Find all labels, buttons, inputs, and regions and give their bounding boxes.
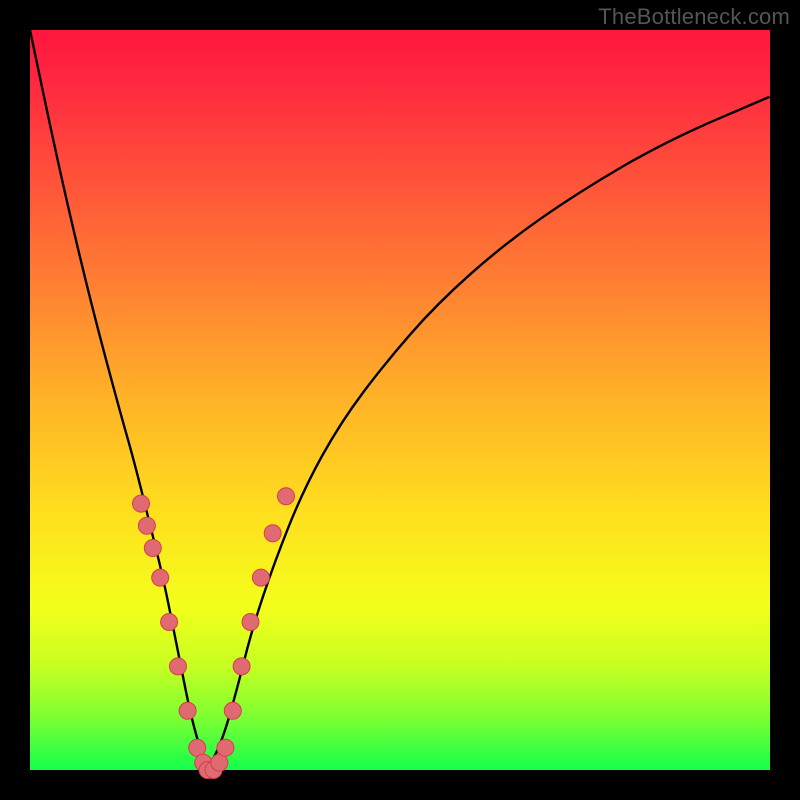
marker-dot [144,540,161,557]
marker-dot [252,569,269,586]
marker-dot [224,702,241,719]
watermark-text: TheBottleneck.com [598,4,790,30]
marker-dot [233,658,250,675]
marker-dot [161,614,178,631]
marker-dot [179,702,196,719]
marker-dot [278,488,295,505]
plot-area [30,30,770,770]
marker-dot [264,525,281,542]
marker-dot [170,658,187,675]
marker-dot [152,569,169,586]
marker-dot [138,517,155,534]
marker-dot [242,614,259,631]
marker-dot [217,739,234,756]
bottleneck-curve [30,30,770,761]
bottleneck-markers [133,488,295,779]
chart-svg [30,30,770,770]
marker-dot [133,495,150,512]
chart-stage: TheBottleneck.com [0,0,800,800]
